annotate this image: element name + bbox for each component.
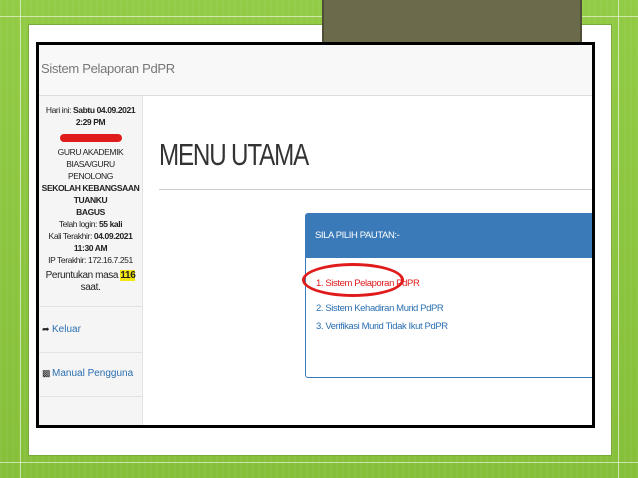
title-divider	[159, 189, 592, 190]
page-title: MENU UTAMA	[159, 137, 309, 172]
last-login: Kali Terakhir: 04.09.2021 11:30 AM	[48, 231, 133, 253]
redaction-mark	[59, 134, 122, 142]
sidebar-divider	[39, 352, 142, 353]
slide-deco-line	[618, 0, 619, 478]
link-verifikasi-murid[interactable]: 3. Verifikasi Murid Tidak Ikut PdPR	[316, 321, 448, 332]
user-role-cont: PENOLONG	[68, 171, 113, 181]
session-seconds: 116	[120, 270, 136, 281]
book-icon: ▩	[42, 368, 51, 378]
panel-heading-text: SILA PILIH PAUTAN:-	[315, 230, 400, 241]
slide-deco-line	[0, 462, 638, 463]
top-navbar: Sistem Pelaporan PdPR	[39, 45, 592, 96]
user-role: GURU AKADEMIK BIASA/GURU	[57, 147, 124, 169]
session-timer: Peruntukan masa 116 saat.	[45, 270, 136, 293]
current-date: Hari ini: Sabtu 04.09.2021 2:29 PM	[45, 105, 136, 127]
link-sistem-kehadiran[interactable]: 2. Sistem Kehadiran Murid PdPR	[316, 303, 444, 314]
annotation-circle	[302, 263, 404, 297]
user-manual-link[interactable]: ▩Manual Pengguna	[42, 368, 133, 379]
sidebar-divider	[39, 306, 142, 307]
last-ip: IP Terakhir: 172.16.7.251	[48, 255, 133, 265]
app-title[interactable]: Sistem Pelaporan PdPR	[41, 61, 175, 76]
slide-deco-line	[20, 0, 21, 478]
user-info: Hari ini: Sabtu 04.09.2021 2:29 PM GURU …	[39, 104, 142, 294]
login-count: Telah login: 55 kali	[58, 219, 123, 229]
sidebar: Hari ini: Sabtu 04.09.2021 2:29 PM GURU …	[39, 96, 143, 425]
school-name-cont: BAGUS	[76, 207, 105, 217]
logout-link[interactable]: ➦ Keluar	[42, 324, 81, 335]
app-screenshot: Sistem Pelaporan PdPR Hari ini: Sabtu 04…	[36, 42, 595, 428]
school-name: SEKOLAH KEBANGSAAN TUANKU	[41, 183, 140, 205]
slide-deco-box	[322, 0, 582, 42]
logout-icon: ➦	[42, 324, 50, 334]
sidebar-divider	[39, 396, 142, 397]
panel-heading: SILA PILIH PAUTAN:-	[306, 214, 592, 258]
